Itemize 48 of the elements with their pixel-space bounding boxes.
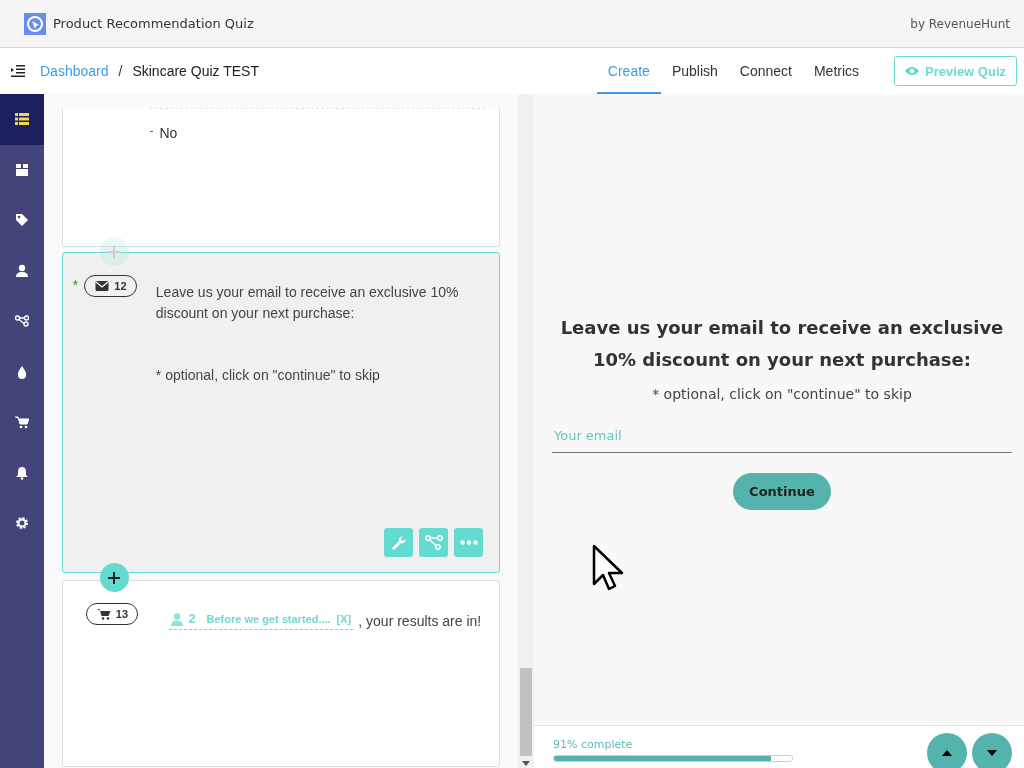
nav-tab[interactable]: Publish (660, 50, 729, 94)
next-button[interactable] (972, 733, 1012, 768)
cart-icon (96, 608, 111, 620)
question-subtext: * optional, click on "continue" to skip (155, 367, 381, 383)
nodes-icon (424, 533, 443, 552)
question-card[interactable]: 13 2 Before we get started.... [X] , your results are in! (61, 580, 501, 767)
sidebar-item[interactable] (0, 94, 44, 145)
more-icon (459, 540, 478, 545)
user-icon (14, 263, 29, 278)
caret-down-icon[interactable] (522, 761, 531, 766)
question-heading: Leave us your email to receive an exclusive 10% discount on your next purchase: (559, 316, 1005, 372)
app-title: Product Recommendation Quiz (53, 16, 254, 31)
continue-button[interactable]: Continue (733, 473, 831, 510)
question-card[interactable]: * 12 Leave us your email to receive an exclusive 10% discount on your next purchase: * optional, click on "continue" to skip (61, 252, 501, 573)
question-subtext: * optional, click on "continue" to skip (652, 386, 912, 402)
question-card[interactable]: - No (61, 108, 501, 247)
previous-button[interactable] (927, 733, 967, 768)
question-text: Leave us your email to receive an exclusive 10% discount on your next purchase: (155, 283, 460, 323)
email-field[interactable]: Your email (552, 422, 1012, 453)
bell-icon (14, 465, 29, 480)
breadcrumb-current: Skincare Quiz TEST (132, 63, 259, 79)
option-marker: - (149, 125, 154, 135)
plus-icon (108, 571, 121, 584)
nav-tab[interactable]: Metrics (802, 50, 871, 94)
caret-down-icon (987, 750, 997, 756)
progress-label: 91% complete (553, 738, 634, 751)
cursor-icon (592, 544, 626, 592)
settings-icon (14, 516, 29, 531)
breadcrumb-separator: / (118, 63, 123, 79)
result-text: , your results are in! (358, 613, 482, 629)
caret-up-icon (942, 750, 952, 756)
box-icon (14, 162, 29, 177)
plus-icon (108, 245, 121, 258)
byline: by RevenueHunt (910, 16, 1010, 31)
scrollbar[interactable] (518, 94, 534, 768)
logo-icon (24, 12, 46, 35)
scrollbar-thumb[interactable] (520, 668, 532, 756)
user-icon (170, 612, 183, 626)
required-mark: * (72, 277, 79, 293)
eye-icon (905, 66, 920, 76)
tag-icon (14, 213, 29, 228)
nav-tab[interactable]: Connect (728, 50, 803, 94)
nodes-icon (14, 314, 29, 329)
menu-icon[interactable] (11, 65, 25, 77)
cart-icon (14, 415, 29, 430)
option-label: No (159, 125, 178, 141)
envelope-icon (95, 280, 110, 292)
list-icon (14, 112, 29, 127)
